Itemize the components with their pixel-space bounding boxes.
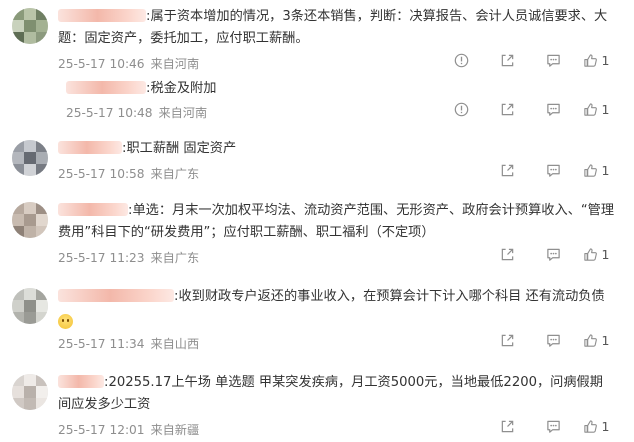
like-button[interactable]: 1 xyxy=(576,419,616,434)
like-button[interactable]: 1 xyxy=(576,333,616,348)
smile-emoji-icon xyxy=(58,314,73,329)
comment-meta: 25-5-17 11:34 来自山西 xyxy=(58,334,199,352)
comment-item: :收到财政专户返还的事业收入，在预算会计下计入哪个科目 还有流动负债 25-5-… xyxy=(0,284,634,356)
like-count: 1 xyxy=(601,419,610,434)
comment-actions: 1 xyxy=(484,163,616,178)
comment-item: :单选：月末一次加权平均法、流动资产范围、无形资产、政府会计预算收入、“管理费用… xyxy=(0,198,634,270)
reply-time: 25-5-17 10:48 xyxy=(66,106,153,120)
avatar[interactable] xyxy=(12,8,48,44)
comment-text: :20255.17上午场 单选题 甲某突发疾病，月工资5000元，当地最低220… xyxy=(58,375,603,412)
emoji-line xyxy=(58,311,616,330)
like-count: 1 xyxy=(601,247,610,262)
comment-source: 来自山西 xyxy=(150,337,200,351)
like-icon xyxy=(583,103,597,116)
comment-source: 来自广东 xyxy=(150,167,200,181)
comment-time: 25-5-17 11:23 xyxy=(58,251,145,265)
comment-actions: 1 xyxy=(484,419,616,434)
like-icon xyxy=(583,334,597,347)
avatar[interactable] xyxy=(12,140,48,176)
share-icon[interactable] xyxy=(484,53,530,68)
comment-meta: 25-5-17 12:01 来自新疆 xyxy=(58,420,199,438)
username-blurred[interactable] xyxy=(58,141,122,154)
username-blurred[interactable] xyxy=(58,289,174,302)
reply-actions: 1 xyxy=(438,102,616,117)
comment-actions: 1 xyxy=(438,53,616,68)
reply-meta: 25-5-17 10:48 来自河南 xyxy=(66,103,207,121)
comment-time: 25-5-17 12:01 xyxy=(58,423,145,437)
comment-icon[interactable] xyxy=(530,247,576,262)
reply-item: :税金及附加 25-5-17 10:48 来自河南 1 xyxy=(58,78,616,120)
like-button[interactable]: 1 xyxy=(576,102,616,117)
avatar[interactable] xyxy=(12,374,48,410)
like-button[interactable]: 1 xyxy=(576,163,616,178)
like-count: 1 xyxy=(601,53,610,68)
comment-icon[interactable] xyxy=(530,163,576,178)
comment-meta: 25-5-17 10:46 来自河南 xyxy=(58,54,199,72)
comment-text: :职工薪酬 固定资产 xyxy=(58,138,616,160)
comment-time: 25-5-17 10:58 xyxy=(58,167,145,181)
username-blurred[interactable] xyxy=(58,375,104,388)
like-button[interactable]: 1 xyxy=(576,53,616,68)
comment-meta: 25-5-17 11:23 来自广东 xyxy=(58,248,199,266)
username-blurred[interactable] xyxy=(58,9,146,22)
comment-time: 25-5-17 11:34 xyxy=(58,337,145,351)
like-button[interactable]: 1 xyxy=(576,247,616,262)
share-icon[interactable] xyxy=(484,333,530,348)
comment-time: 25-5-17 10:46 xyxy=(58,57,145,71)
comment-actions: 1 xyxy=(484,333,616,348)
username-blurred[interactable] xyxy=(58,203,128,216)
comment-item: :20255.17上午场 单选题 甲某突发疾病，月工资5000元，当地最低220… xyxy=(0,370,634,442)
like-icon xyxy=(583,54,597,67)
comment-source: 来自河南 xyxy=(150,57,200,71)
comment-source: 来自广东 xyxy=(150,251,200,265)
share-icon[interactable] xyxy=(484,419,530,434)
like-count: 1 xyxy=(601,333,610,348)
comment-source: 来自新疆 xyxy=(150,423,200,437)
reply-text: :税金及附加 xyxy=(66,78,216,100)
comment-icon[interactable] xyxy=(530,53,576,68)
reply-source: 来自河南 xyxy=(158,106,208,120)
avatar[interactable] xyxy=(12,288,48,324)
report-icon[interactable] xyxy=(438,53,484,68)
report-icon[interactable] xyxy=(438,102,484,117)
comment-item: :属于资本增加的情况，3条还本销售，判断：决算报告、会计人员诚信要求、大题：固定… xyxy=(0,0,634,120)
like-icon xyxy=(583,248,597,261)
comment-text: :收到财政专户返还的事业收入，在预算会计下计入哪个科目 还有流动负债 xyxy=(58,286,616,308)
like-icon xyxy=(583,164,597,177)
comment-icon[interactable] xyxy=(530,419,576,434)
comment-text: :单选：月末一次加权平均法、流动资产范围、无形资产、政府会计预算收入、“管理费用… xyxy=(58,203,615,240)
comment-text: :属于资本增加的情况，3条还本销售，判断：决算报告、会计人员诚信要求、大题：固定… xyxy=(58,9,608,46)
like-count: 1 xyxy=(601,163,610,178)
comment-meta: 25-5-17 10:58 来自广东 xyxy=(58,164,199,182)
share-icon[interactable] xyxy=(484,163,530,178)
comment-icon[interactable] xyxy=(530,333,576,348)
comment-icon[interactable] xyxy=(530,102,576,117)
share-icon[interactable] xyxy=(484,102,530,117)
like-icon xyxy=(583,420,597,433)
share-icon[interactable] xyxy=(484,247,530,262)
avatar[interactable] xyxy=(12,202,48,238)
comment-actions: 1 xyxy=(484,247,616,262)
username-blurred[interactable] xyxy=(66,81,146,94)
like-count: 1 xyxy=(601,102,610,117)
comment-item: :职工薪酬 固定资产 25-5-17 10:58 来自广东 1 xyxy=(0,136,634,188)
